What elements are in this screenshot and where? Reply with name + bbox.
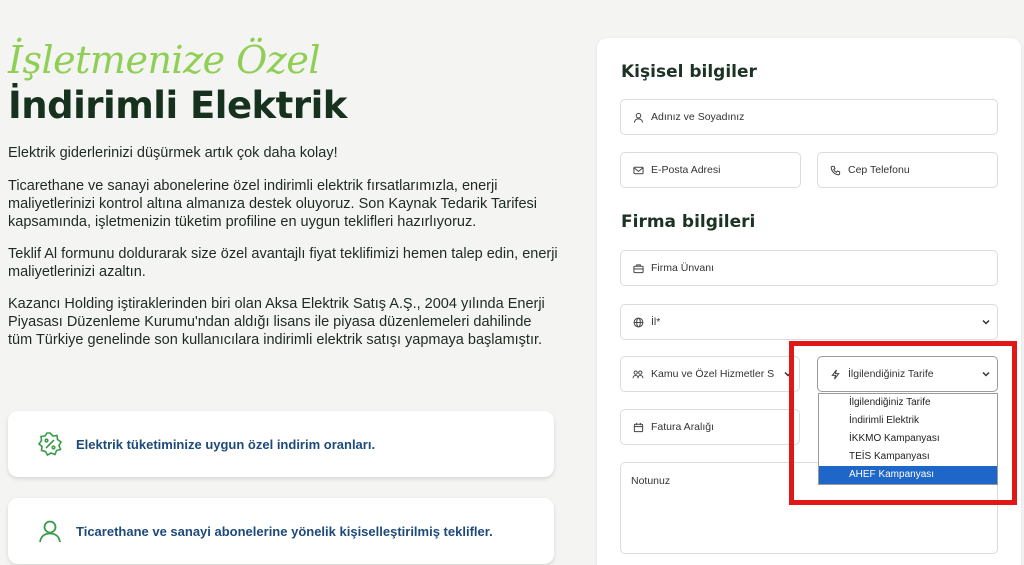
personal-info-title: Kişisel bilgiler (621, 62, 757, 82)
invoice-range-field[interactable]: Fatura Aralığı (620, 409, 800, 445)
cta-paragraph: Teklif Al formunu doldurarak size özel a… (8, 246, 558, 280)
phone-field[interactable]: Cep Telefonu (817, 152, 998, 188)
email-field[interactable]: E-Posta Adresi (620, 152, 801, 188)
globe-icon (631, 315, 645, 329)
city-value: İl* (651, 316, 661, 328)
company-info-title: Firma bilgileri (621, 212, 756, 232)
name-placeholder: Adınız ve Soyadınız (651, 111, 745, 123)
feature-card-personalized: Ticarethane ve sanayi abonelerine yöneli… (8, 498, 554, 564)
user-icon (36, 517, 64, 545)
notes-placeholder: Notunuz (631, 475, 671, 487)
invoice-placeholder: Fatura Aralığı (651, 421, 715, 433)
company-field[interactable]: Firma Ünvanı (620, 250, 998, 286)
person-icon (631, 110, 645, 124)
envelope-icon (631, 163, 645, 177)
hero-accent-title: İşletmenize Özel (8, 38, 320, 82)
name-field[interactable]: Adınız ve Soyadınız (620, 99, 998, 135)
hero-section: İşletmenize Özel İndirimli Elektrik Elek… (8, 38, 568, 349)
phone-icon (828, 163, 842, 177)
feature-text-personalized: Ticarethane ve sanayi abonelerine yöneli… (76, 523, 493, 539)
intro-paragraph: Elektrik giderlerinizi düşürmek artık ço… (8, 145, 338, 161)
discount-badge-icon (36, 430, 64, 458)
description-paragraph: Ticarethane ve sanayi abonelerine özel i… (8, 178, 537, 230)
briefcase-icon (631, 261, 645, 275)
email-placeholder: E-Posta Adresi (651, 164, 721, 176)
phone-placeholder: Cep Telefonu (848, 164, 910, 176)
sector-value: Kamu ve Özel Hizmetler S (651, 368, 775, 380)
company-placeholder: Firma Ünvanı (651, 262, 715, 274)
sector-select[interactable]: Kamu ve Özel Hizmetler S (620, 356, 800, 392)
company-paragraph: Kazancı Holding iştiraklerinden biri ola… (8, 296, 545, 348)
chevron-down-icon (981, 317, 991, 327)
city-select[interactable]: İl* (620, 304, 998, 340)
feature-card-discount: Elektrik tüketiminize uygun özel indirim… (8, 411, 554, 477)
feature-text-discount: Elektrik tüketiminize uygun özel indirim… (76, 436, 376, 452)
hero-title: İndirimli Elektrik (8, 84, 347, 127)
highlight-box (789, 341, 1017, 505)
users-icon (631, 367, 645, 381)
calendar-icon (631, 420, 645, 434)
